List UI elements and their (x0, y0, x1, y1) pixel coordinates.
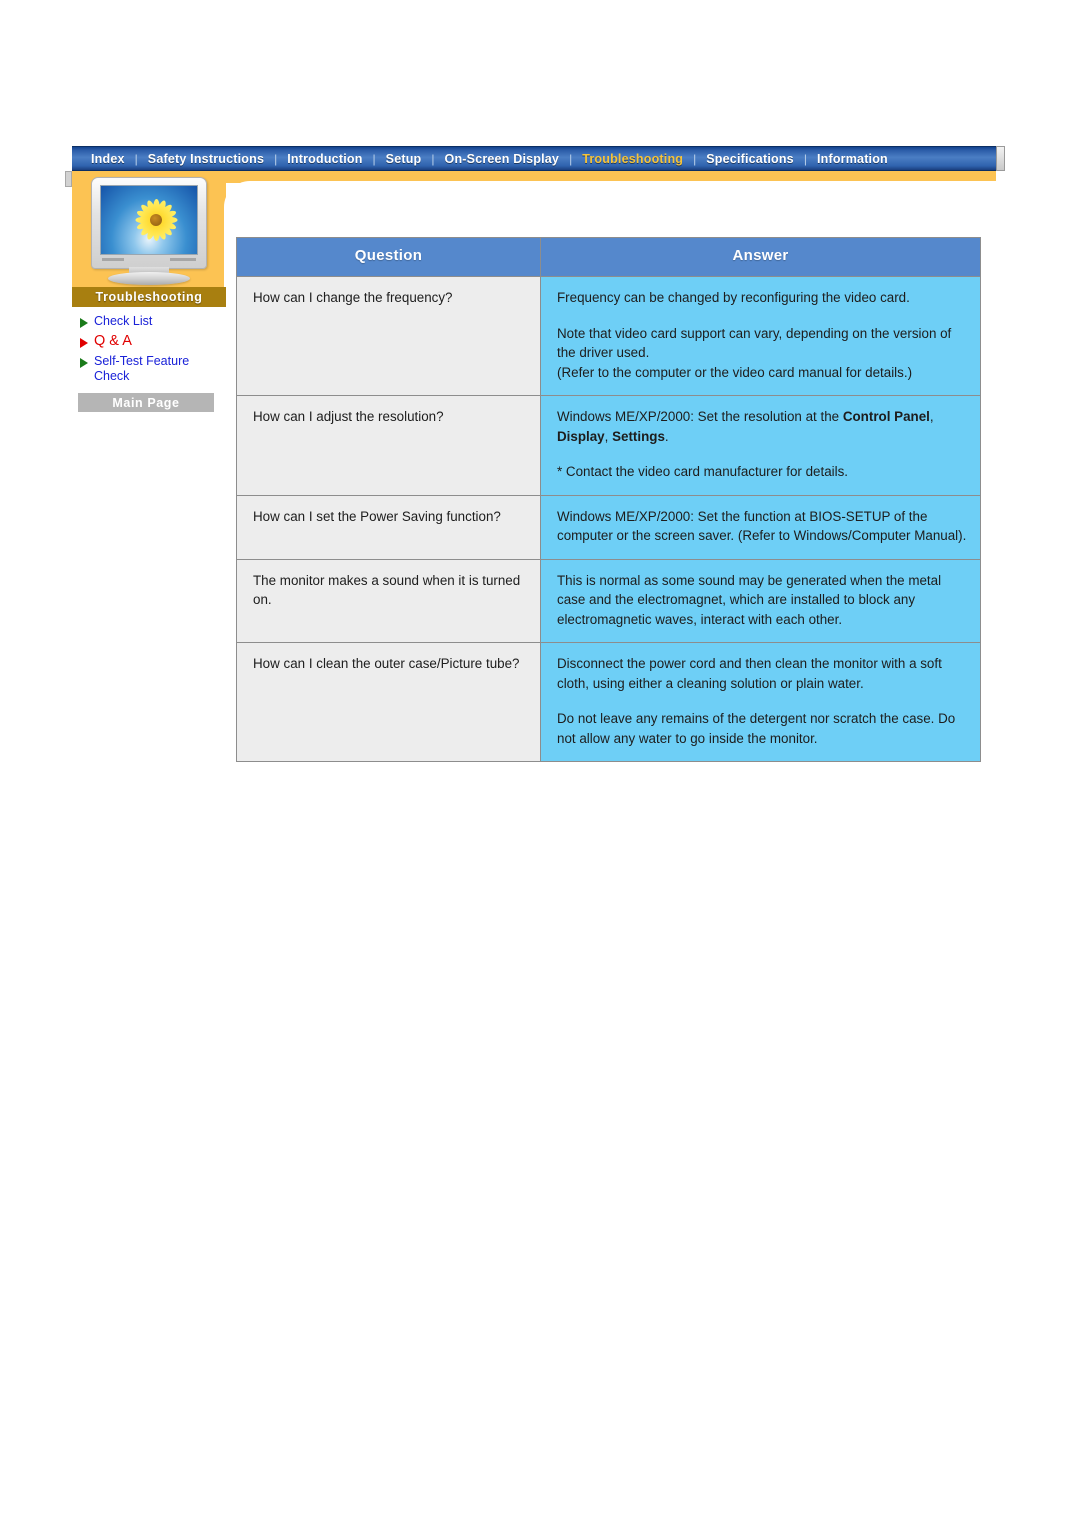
qa-table: Question Answer How can I change the fre… (236, 237, 981, 762)
table-row: The monitor makes a sound when it is tur… (236, 558, 981, 643)
sidebar-item-label: Check List (94, 314, 153, 328)
answer-cell: Windows ME/XP/2000: Set the function at … (540, 494, 981, 560)
answer-text: Do not leave any remains of the detergen… (557, 711, 956, 746)
sidebar-item-check-list[interactable]: Check List (80, 314, 226, 329)
answer-text-fragment: . (664, 428, 669, 444)
sidebar-item-q-and-a[interactable]: Q & A (80, 334, 226, 349)
top-navigation: Index | Safety Instructions | Introduction | S… (72, 146, 1005, 171)
question-text: The monitor makes a sound when it is tur… (253, 572, 521, 608)
answer-cell: Disconnect the power cord and then clean… (540, 642, 981, 762)
sidebar-item-label: Self-Test Feature Check (94, 354, 190, 383)
nav-item-introduction[interactable]: Introduction (278, 152, 371, 166)
answer-text: * Contact the video card manufacturer fo… (557, 464, 849, 479)
nav-item-on-screen-display[interactable]: On-Screen Display (436, 152, 569, 166)
question-text: How can I adjust the resolution? (253, 409, 444, 424)
arrow-right-icon (80, 318, 88, 328)
monitor-model-mark (170, 258, 196, 261)
answer-cell: Frequency can be changed by reconfigurin… (540, 276, 981, 396)
column-header-answer: Answer (540, 237, 981, 277)
question-cell: How can I clean the outer case/Picture t… (236, 642, 541, 762)
left-gray-stub (65, 171, 72, 187)
answer-cell: This is normal as some sound may be gene… (540, 558, 981, 643)
sidebar: Troubleshooting Check List Q & A Self-Te… (72, 171, 226, 412)
nav-item-specifications[interactable]: Specifications (697, 152, 803, 166)
answer-text: This is normal as some sound may be gene… (557, 572, 942, 627)
page-root: Index | Safety Instructions | Introduction | S… (0, 0, 1080, 1528)
answer-text: Disconnect the power cord and then clean… (557, 656, 942, 691)
nav-item-information[interactable]: Information (808, 152, 897, 166)
answer-text-fragment: , (604, 428, 613, 444)
column-header-question: Question (236, 237, 541, 277)
question-cell: How can I change the frequency? (236, 276, 541, 396)
table-row: How can I change the frequency? Frequency… (236, 276, 981, 396)
sunflower-icon (134, 198, 178, 242)
top-navigation-bar: Index | Safety Instructions | Introduction | S… (72, 146, 996, 171)
answer-text: Note that video card support can vary, d… (557, 325, 952, 380)
answer-cell: Windows ME/XP/2000: Set the resolution a… (540, 395, 981, 496)
answer-text: Windows ME/XP/2000: Set the resolution a… (557, 407, 967, 446)
monitor-brand-mark (102, 258, 124, 261)
nav-item-index[interactable]: Index (82, 152, 134, 166)
question-text: How can I clean the outer case/Picture t… (253, 656, 520, 671)
sidebar-link-list: Check List Q & A Self-Test Feature Check (72, 307, 226, 384)
table-row: How can I clean the outer case/Picture t… (236, 642, 981, 762)
table-row: How can I set the Power Saving function?… (236, 494, 981, 560)
sidebar-item-self-test-feature-check[interactable]: Self-Test Feature Check (80, 354, 226, 384)
answer-text-fragment: , (929, 409, 934, 424)
monitor-base (108, 272, 190, 285)
question-cell: How can I adjust the resolution? (236, 395, 541, 496)
sidebar-section-label: Troubleshooting (72, 287, 226, 307)
question-text: How can I set the Power Saving function? (253, 508, 501, 524)
nav-item-troubleshooting[interactable]: Troubleshooting (573, 152, 692, 166)
monitor-sunflower-icon (72, 171, 226, 287)
nav-item-setup[interactable]: Setup (377, 152, 431, 166)
answer-emphasis-settings: Settings (612, 428, 665, 444)
table-row: How can I adjust the resolution? Windows … (236, 395, 981, 496)
answer-emphasis-control-panel: Control Panel (842, 409, 930, 424)
answer-text: Windows ME/XP/2000: Set the function at … (557, 508, 967, 544)
sidebar-item-label: Q & A (94, 333, 132, 349)
answer-text: Frequency can be changed by reconfigurin… (557, 290, 910, 305)
arrow-right-icon (80, 358, 88, 368)
window-corner-stub (996, 146, 1005, 171)
table-header-row: Question Answer (236, 237, 981, 277)
arrow-right-icon (80, 338, 88, 348)
question-cell: The monitor makes a sound when it is tur… (236, 558, 541, 643)
answer-emphasis-display: Display (557, 428, 605, 444)
main-page-button[interactable]: Main Page (78, 393, 214, 412)
monitor-body (91, 177, 207, 269)
nav-item-safety-instructions[interactable]: Safety Instructions (139, 152, 273, 166)
qa-table-body: How can I change the frequency? Frequency… (236, 276, 981, 762)
answer-text-fragment: Windows ME/XP/2000: Set the resolution a… (557, 409, 843, 424)
question-cell: How can I set the Power Saving function? (236, 494, 541, 560)
sunflower-core (150, 214, 162, 226)
question-text: How can I change the frequency? (253, 290, 453, 305)
monitor-screen (100, 185, 198, 255)
